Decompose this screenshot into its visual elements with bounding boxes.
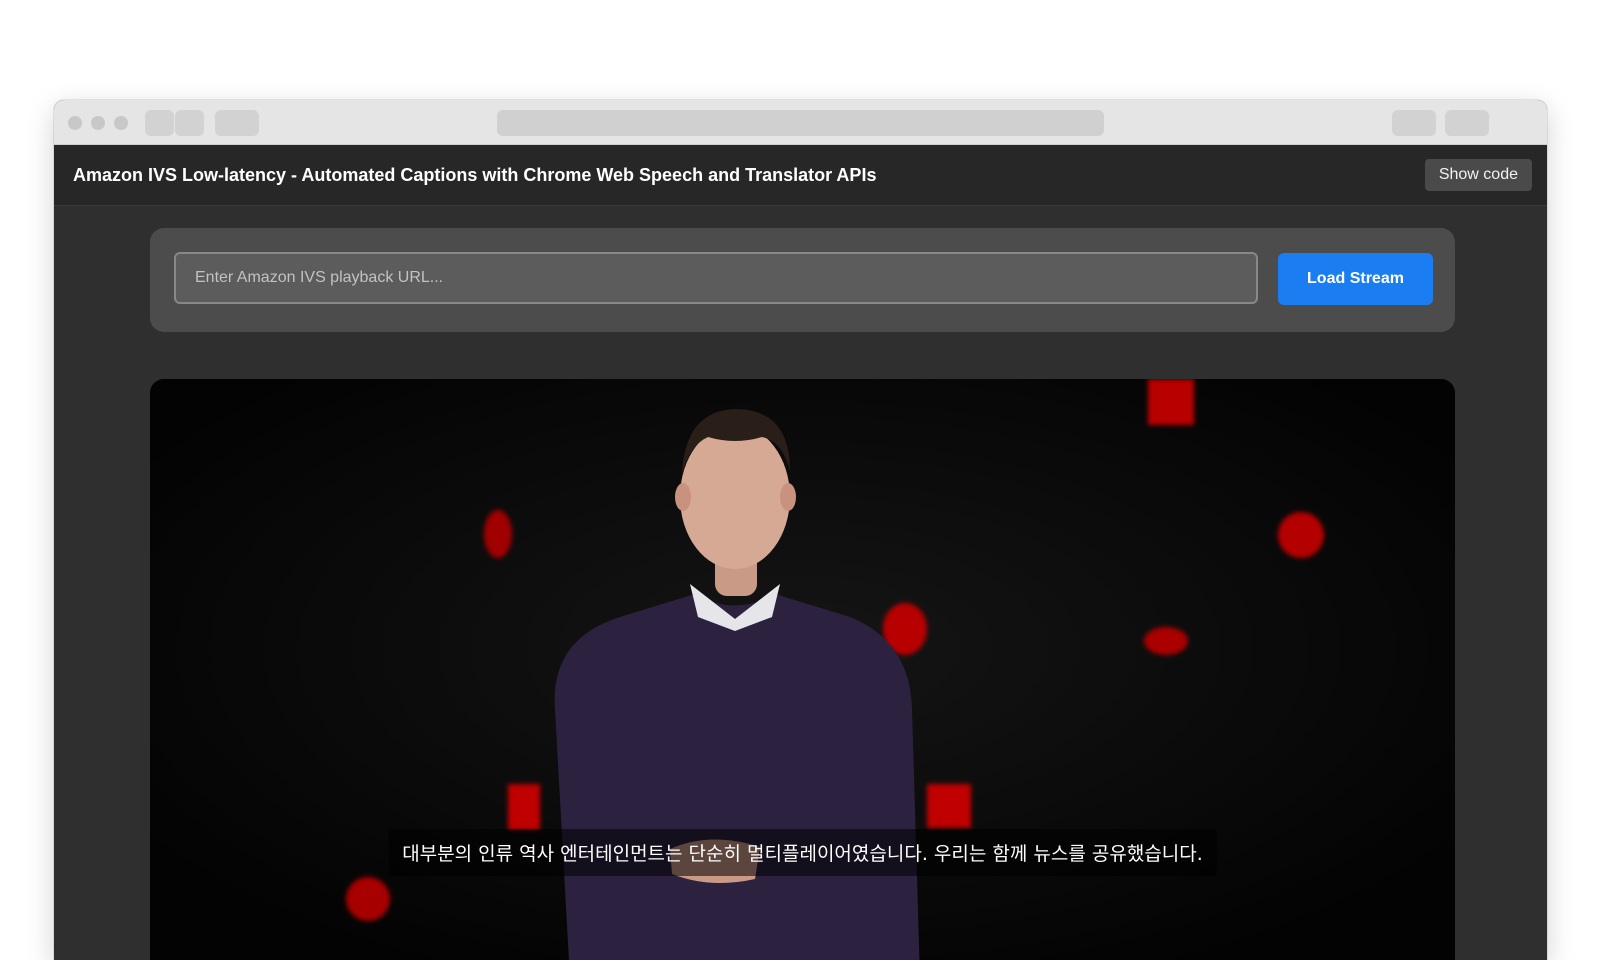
close-window-button[interactable] <box>68 116 82 130</box>
live-caption: 대부분의 인류 역사 엔터테인먼트는 단순히 멀티플레이어였습니다. 우리는 함… <box>388 829 1217 876</box>
tabs-overview-button[interactable] <box>1445 110 1489 136</box>
browser-window: Amazon IVS Low-latency - Automated Capti… <box>54 100 1547 960</box>
playback-url-input[interactable] <box>174 252 1258 304</box>
minimize-window-button[interactable] <box>91 116 105 130</box>
zoom-window-button[interactable] <box>114 116 128 130</box>
back-button[interactable] <box>145 110 174 136</box>
page-title: Amazon IVS Low-latency - Automated Capti… <box>73 165 877 185</box>
forward-button[interactable] <box>175 110 204 136</box>
sidebar-toggle-button[interactable] <box>215 110 259 136</box>
app-header: Amazon IVS Low-latency - Automated Capti… <box>54 145 1547 206</box>
show-code-button[interactable]: Show code <box>1424 159 1532 191</box>
share-button[interactable] <box>1392 110 1436 136</box>
stream-controls: Load Stream <box>150 228 1455 332</box>
video-player[interactable]: 대부분의 인류 역사 엔터테인먼트는 단순히 멀티플레이어였습니다. 우리는 함… <box>150 379 1455 960</box>
address-bar[interactable] <box>497 110 1104 136</box>
browser-toolbar <box>54 100 1547 145</box>
load-stream-button[interactable]: Load Stream <box>1278 253 1433 305</box>
